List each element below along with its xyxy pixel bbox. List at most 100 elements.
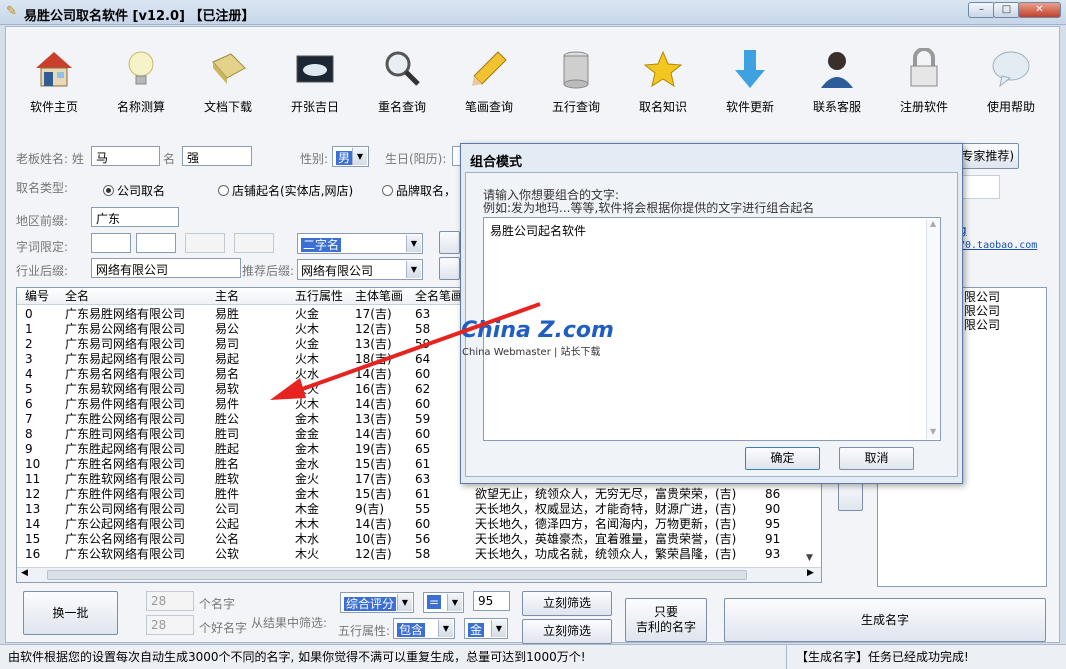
- table-cell: 1: [25, 322, 33, 336]
- gender-select[interactable]: 男 ▼: [332, 146, 369, 167]
- toolbar-home[interactable]: 软件主页: [19, 48, 89, 124]
- table-cell: 木火: [295, 547, 320, 561]
- generate-names-button[interactable]: 生成名字: [724, 598, 1046, 642]
- toolbar-opening-day[interactable]: 开张吉日: [280, 48, 350, 124]
- birth-label: 生日(阳历):: [385, 152, 447, 166]
- toolbar-label: 开张吉日: [290, 100, 339, 114]
- table-cell-score: 90: [765, 502, 781, 516]
- form-side-button-1[interactable]: [439, 231, 460, 254]
- list-item[interactable]: 限公司: [964, 318, 1000, 332]
- side-scroll-button[interactable]: [838, 480, 863, 511]
- table-cell: 广东公软网络有限公司: [65, 547, 186, 561]
- name-count-field: 28: [146, 591, 194, 611]
- region-input[interactable]: 广东: [91, 207, 179, 227]
- ok-button[interactable]: 确定: [745, 447, 820, 470]
- recommend-select[interactable]: 网络有限公司 ▼: [297, 259, 423, 280]
- surname-input[interactable]: 马: [91, 146, 160, 166]
- word-limit-input-3[interactable]: [185, 233, 225, 253]
- filter-now-button-2[interactable]: 立刻筛选: [522, 619, 612, 644]
- lucky-only-button[interactable]: 只要 吉利的名字: [625, 598, 707, 642]
- horizontal-scrollbar[interactable]: ◀ ▶: [17, 567, 821, 582]
- minimize-button[interactable]: –: [968, 2, 995, 18]
- list-item[interactable]: 限公司: [964, 304, 1000, 318]
- radio-brand[interactable]: 品牌取名，: [382, 182, 460, 199]
- scroll-up-icon[interactable]: ▲: [930, 219, 936, 228]
- score-value-input[interactable]: 95: [473, 591, 510, 611]
- toolbar-duplicate-search[interactable]: 重名查询: [367, 48, 437, 124]
- maximize-button[interactable]: □: [993, 2, 1020, 18]
- table-cell-description: 天长地久，德泽四方，名闻海内，万物更新，(吉): [475, 517, 737, 531]
- table-cell: 13: [25, 502, 41, 516]
- table-cell: 胜公: [215, 412, 240, 426]
- cancel-button[interactable]: 取消: [839, 447, 914, 470]
- combination-text: 易胜公司起名软件: [490, 224, 587, 238]
- table-cell: 广东易软网络有限公司: [65, 382, 186, 396]
- list-item[interactable]: 限公司: [964, 290, 1000, 304]
- toolbar-docs[interactable]: 文档下载: [193, 48, 263, 124]
- expert-recommend-button[interactable]: 专家推荐): [955, 143, 1019, 169]
- toolbar-naming-knowledge[interactable]: 取名知识: [628, 48, 698, 124]
- toolbar-support[interactable]: 联系客服: [802, 48, 872, 124]
- word-limit-input-1[interactable]: [91, 233, 131, 253]
- scroll-left-icon[interactable]: ◀: [21, 568, 28, 578]
- chevron-down-icon: ▼: [397, 594, 412, 611]
- table-cell: 6: [25, 397, 33, 411]
- table-cell: 胜件: [215, 487, 240, 501]
- scroll-down-icon[interactable]: ▼: [806, 553, 813, 563]
- toolbar-name-test[interactable]: 名称测算: [106, 48, 176, 124]
- radio-shop[interactable]: 店铺起名(实体店,网店): [218, 182, 353, 199]
- word-limit-input-4[interactable]: [234, 233, 274, 253]
- textarea-scrollbar[interactable]: ▲ ▼: [926, 219, 940, 439]
- chevron-down-icon: ▼: [406, 261, 421, 278]
- given-name-label: 名: [163, 152, 176, 166]
- industry-input[interactable]: 网络有限公司: [91, 258, 241, 278]
- header-cell[interactable]: 主名: [215, 289, 239, 304]
- good-name-count-field: 28: [146, 615, 194, 635]
- scroll-right-icon[interactable]: ▶: [807, 568, 814, 578]
- table-cell: 广东公起网络有限公司: [65, 517, 186, 531]
- app-icon: ✎: [6, 4, 17, 19]
- toolbar-wuxing-search[interactable]: 五行查询: [541, 48, 611, 124]
- given-name-input[interactable]: 强: [182, 146, 252, 166]
- filter-now-button-1[interactable]: 立刻筛选: [522, 591, 612, 616]
- star-icon: [643, 50, 683, 88]
- region-label: 地区前缀:: [16, 214, 69, 228]
- table-cell: 公司: [215, 502, 240, 516]
- table-cell: 易司: [215, 337, 240, 351]
- operator-select[interactable]: = ▼: [423, 592, 464, 613]
- radio-label: 品牌取名，: [396, 184, 457, 198]
- magnifier-icon: [385, 51, 420, 86]
- word-limit-input-2[interactable]: [136, 233, 176, 253]
- table-cell: 木金: [295, 502, 320, 516]
- toolbar-label: 五行查询: [551, 100, 600, 114]
- table-cell: 广东胜件网络有限公司: [65, 487, 186, 501]
- radio-dot: [103, 185, 114, 196]
- toolbar-register[interactable]: 注册软件: [889, 48, 959, 124]
- owner-name-label: 老板姓名: 姓: [16, 152, 84, 166]
- table-cell-score: 93: [765, 547, 781, 561]
- close-button[interactable]: ✕: [1018, 2, 1061, 18]
- lucky-line-2: 吉利的名字: [635, 620, 696, 634]
- wuxing-value-select[interactable]: 金 ▼: [464, 618, 508, 639]
- table-cell-score: 95: [765, 517, 781, 531]
- wuxing-op-select[interactable]: 包含 ▼: [393, 618, 455, 639]
- header-cell[interactable]: 编号: [25, 289, 49, 304]
- radio-company[interactable]: 公司取名: [103, 182, 165, 199]
- right-link-2[interactable]: 70.taobao.com: [959, 240, 1037, 251]
- scrollbar-thumb[interactable]: [47, 570, 747, 580]
- table-cell: 广东易胜网络有限公司: [65, 307, 186, 321]
- toolbar-label: 笔画查询: [464, 100, 513, 114]
- toolbar-label: 使用帮助: [986, 100, 1035, 114]
- scroll-down-icon[interactable]: ▼: [930, 427, 936, 436]
- score-select[interactable]: 综合评分 ▼: [340, 592, 414, 613]
- table-cell: 金金: [295, 427, 320, 441]
- word-count-select[interactable]: 二字名 ▼: [297, 233, 423, 254]
- form-side-button-2[interactable]: [439, 257, 460, 280]
- toolbar-help[interactable]: 使用帮助: [976, 48, 1046, 124]
- header-cell[interactable]: 全名: [65, 289, 89, 304]
- toolbar-stroke-search[interactable]: 笔画查询: [454, 48, 524, 124]
- table-cell: 4: [25, 367, 33, 381]
- new-batch-button[interactable]: 换一批: [23, 591, 118, 635]
- toolbar-update[interactable]: 软件更新: [715, 48, 785, 124]
- table-cell: 金火: [295, 472, 320, 486]
